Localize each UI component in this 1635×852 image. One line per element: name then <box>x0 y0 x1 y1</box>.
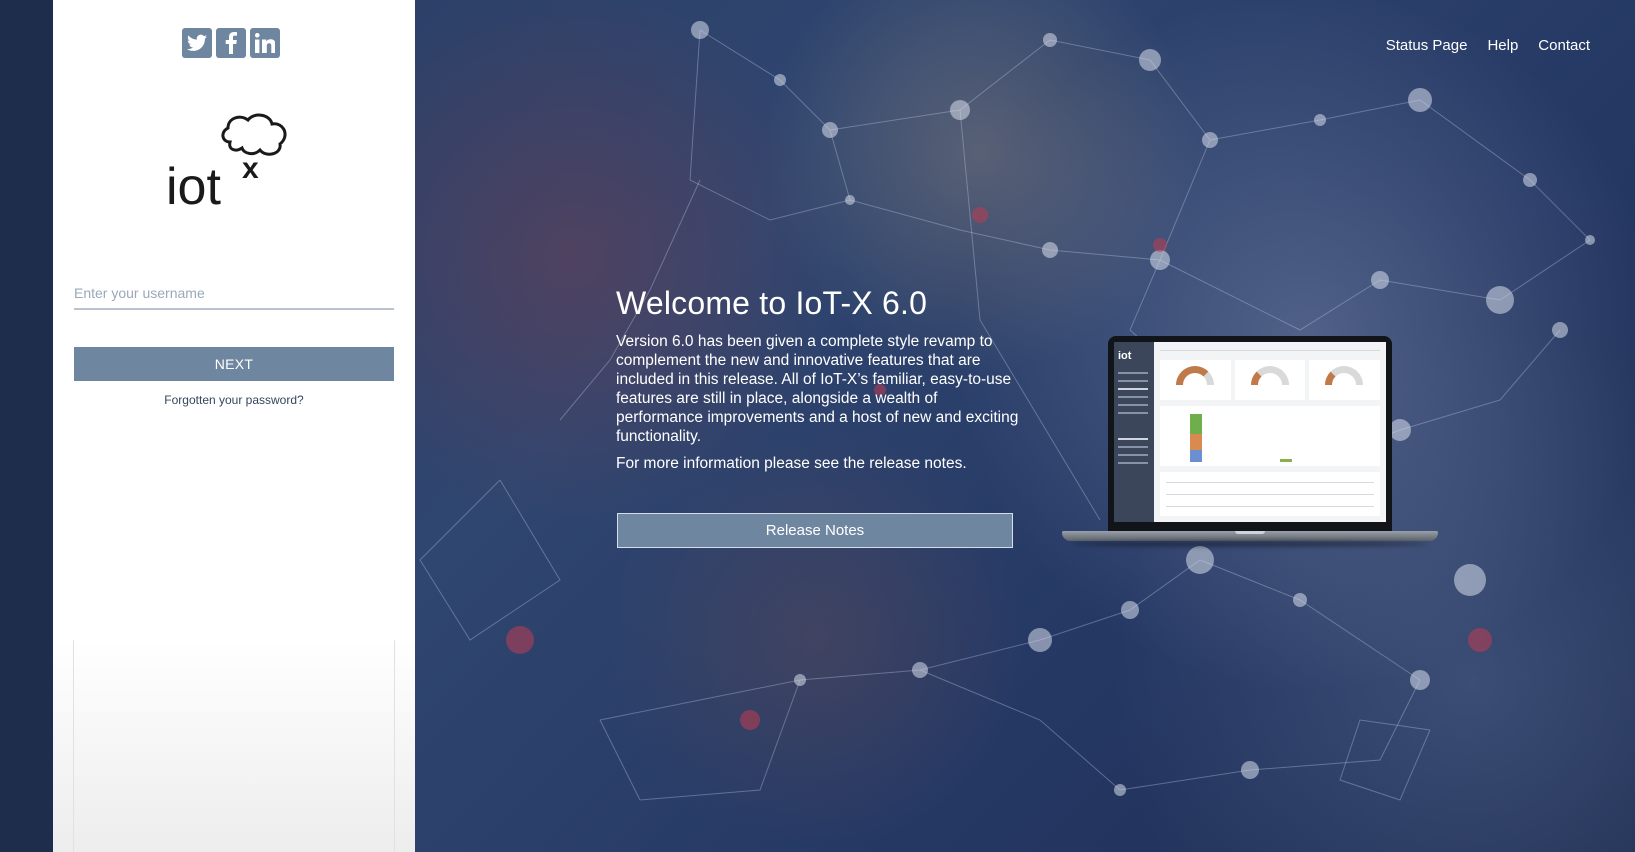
preview-nav-item <box>1118 380 1148 382</box>
preview-nav-item <box>1118 396 1148 398</box>
iotx-logo: iot x <box>166 113 287 212</box>
preview-table <box>1160 472 1380 516</box>
preview-table-line <box>1166 506 1374 507</box>
preview-nav-item <box>1118 454 1148 456</box>
preview-nav-item <box>1118 388 1148 390</box>
preview-bar <box>1190 414 1202 434</box>
preview-card <box>1160 360 1231 400</box>
linkedin-icon[interactable] <box>250 28 280 58</box>
preview-card <box>1234 360 1306 400</box>
twitter-icon[interactable] <box>182 28 212 58</box>
laptop-notch <box>1235 531 1265 534</box>
preview-table-line <box>1166 482 1374 483</box>
preview-sidebar: iot <box>1114 342 1154 522</box>
laptop-screen: iot <box>1108 336 1392 532</box>
welcome-description: Version 6.0 has been given a complete st… <box>616 333 1019 445</box>
preview-gauge-cards <box>1160 360 1381 400</box>
social-links <box>182 28 280 58</box>
welcome-title: Welcome to IoT-X 6.0 <box>616 285 928 321</box>
preview-nav-item <box>1118 446 1148 448</box>
gauge-graphic <box>1325 366 1364 385</box>
next-button[interactable]: NEXT <box>74 347 394 381</box>
laptop-shadow <box>1072 541 1428 547</box>
gauge-graphic <box>1250 366 1289 385</box>
preview-chart <box>1160 406 1380 466</box>
preview-bar <box>1190 450 1202 462</box>
preview-bar <box>1280 459 1292 462</box>
status-page-link[interactable]: Status Page <box>1386 37 1468 54</box>
preview-table-line <box>1166 494 1374 495</box>
forgot-password-link[interactable]: Forgotten your password? <box>74 393 394 407</box>
top-nav: Status Page Help Contact <box>1386 37 1590 54</box>
preview-header-line <box>1160 350 1380 351</box>
left-edge-strip <box>0 0 53 852</box>
svg-text:iot: iot <box>166 158 221 212</box>
preview-card <box>1309 360 1381 400</box>
contact-link[interactable]: Contact <box>1538 37 1590 54</box>
username-input[interactable] <box>74 278 394 310</box>
preview-logo: iot <box>1118 350 1132 362</box>
preview-nav-item <box>1118 404 1148 406</box>
preview-bar <box>1190 434 1202 450</box>
preview-nav-item <box>1118 412 1148 414</box>
preview-nav-item <box>1118 438 1148 440</box>
preview-nav-item <box>1118 372 1148 374</box>
dashboard-screenshot: iot <box>1114 342 1386 522</box>
more-info-text: For more information please see the rele… <box>616 455 967 472</box>
preview-nav-item <box>1118 462 1148 464</box>
gauge-graphic <box>1176 366 1214 385</box>
panel-decoration <box>73 640 395 852</box>
svg-text:x: x <box>242 152 259 185</box>
help-link[interactable]: Help <box>1487 37 1518 54</box>
laptop-preview-image: iot <box>1062 336 1438 548</box>
release-notes-button[interactable]: Release Notes <box>617 513 1013 548</box>
facebook-icon[interactable] <box>216 28 246 58</box>
welcome-section: Welcome to IoT-X 6.0 Version 6.0 has bee… <box>616 285 1021 481</box>
